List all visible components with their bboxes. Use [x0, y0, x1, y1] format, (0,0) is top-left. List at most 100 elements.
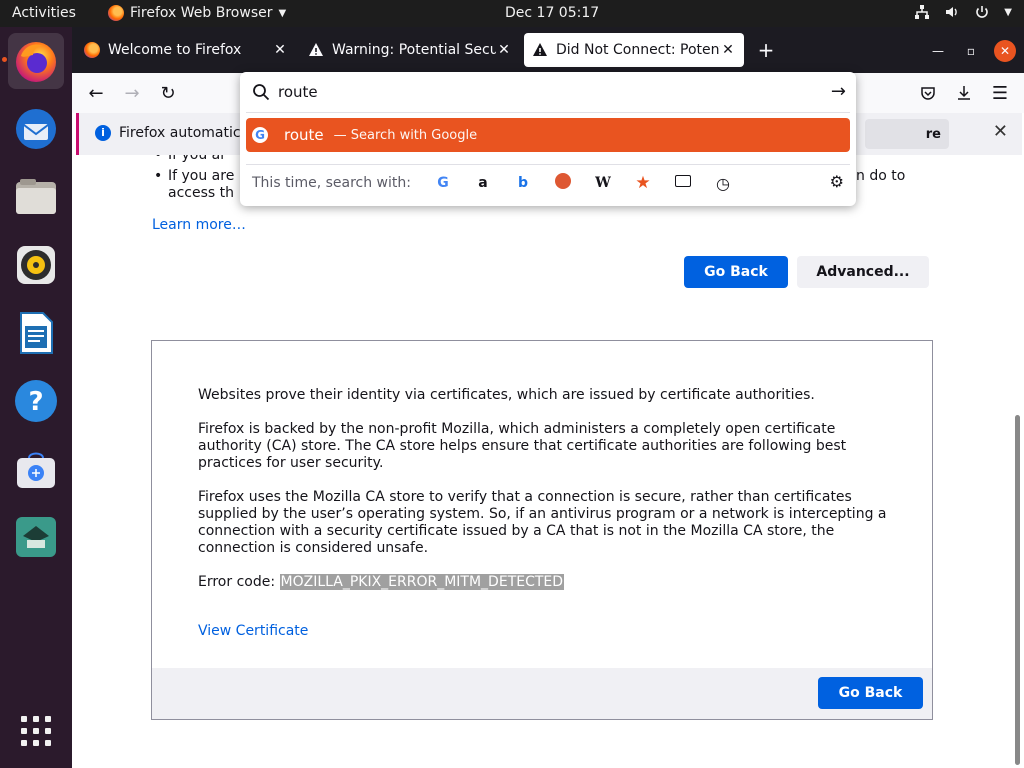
maximize-button[interactable]: ▫: [960, 40, 982, 62]
close-window-button[interactable]: ✕: [994, 40, 1016, 62]
tab-label: Welcome to Firefox: [108, 42, 242, 58]
tab-welcome[interactable]: Welcome to Firefox ✕: [76, 33, 296, 67]
activities-button[interactable]: Activities: [12, 5, 76, 21]
power-icon: [976, 6, 989, 18]
error-code-label: Error code:: [198, 574, 280, 590]
suggestion-hint: — Search with Google: [333, 127, 478, 143]
bullet-text: If you ar: [168, 155, 227, 163]
cert-paragraph-2: Firefox is backed by the non-profit Mozi…: [198, 421, 847, 471]
forward-button[interactable]: →: [118, 79, 146, 107]
advanced-panel-footer: Go Back: [152, 668, 932, 719]
cert-paragraph-1: Websites prove their identity via certif…: [198, 387, 815, 403]
firefox-icon: [16, 42, 56, 82]
pocket-icon: [921, 87, 935, 100]
dock-libreoffice-writer[interactable]: [8, 305, 64, 361]
software-store-icon: [17, 452, 55, 488]
notification-button[interactable]: re: [865, 119, 949, 149]
error-code-line: Error code: MOZILLA_PKIX_ERROR_MITM_DETE…: [198, 574, 898, 591]
dock-app[interactable]: [8, 509, 64, 565]
chevron-down-icon: ▼: [1004, 6, 1012, 18]
help-icon: ?: [15, 380, 57, 422]
bullet-text-line2: access th: [168, 185, 234, 201]
cert-paragraph-3: Firefox uses the Mozilla CA store to ver…: [198, 489, 887, 556]
clock[interactable]: Dec 17 05:17: [505, 5, 599, 21]
url-bar-popup: → G route — Search with Google This time…: [240, 72, 856, 206]
dock-help[interactable]: ?: [8, 373, 64, 429]
advanced-panel: Websites prove their identity via certif…: [151, 340, 933, 720]
gear-icon[interactable]: ⚙: [830, 172, 844, 191]
downloads-button[interactable]: [950, 79, 978, 107]
url-bar[interactable]: →: [240, 72, 856, 112]
app-icon: [16, 517, 56, 557]
maximize-icon: ▫: [966, 44, 976, 58]
tab-warning[interactable]: Warning: Potential Securi ✕: [300, 33, 520, 67]
dock-files[interactable]: [8, 169, 64, 225]
chevron-down-icon: ▼: [278, 7, 287, 19]
info-icon: i: [95, 125, 111, 141]
arrow-right-icon: →: [124, 82, 140, 104]
show-applications-button[interactable]: [8, 703, 64, 759]
app-menu[interactable]: Firefox Web Browser ▼: [108, 5, 286, 21]
writer-icon: [20, 312, 53, 354]
close-icon[interactable]: ✕: [993, 121, 1008, 142]
history-clock-icon[interactable]: ◷: [703, 174, 743, 193]
duckduckgo-icon[interactable]: [543, 173, 583, 193]
warning-icon: [533, 43, 547, 56]
network-icon: [915, 5, 930, 19]
volume-icon: [946, 7, 958, 17]
rhythmbox-icon: [17, 246, 55, 284]
search-suggestion-row[interactable]: G route — Search with Google: [246, 118, 850, 152]
dock-software[interactable]: [8, 441, 64, 497]
go-arrow-icon[interactable]: →: [831, 81, 846, 102]
amazon-icon[interactable]: a: [463, 175, 503, 191]
go-back-button[interactable]: Go Back: [684, 256, 788, 288]
minimize-button[interactable]: —: [927, 40, 949, 62]
divider: [246, 164, 850, 165]
close-icon: ✕: [999, 44, 1011, 58]
go-back-button-bottom[interactable]: Go Back: [818, 677, 923, 709]
firefox-icon: [84, 42, 100, 58]
close-icon[interactable]: ✕: [272, 42, 288, 58]
bookmarks-star-icon[interactable]: ★: [623, 173, 663, 193]
dock-firefox[interactable]: [2, 33, 64, 89]
app-menu-label: Firefox Web Browser: [130, 5, 273, 21]
tab-label: Warning: Potential Securi: [332, 42, 496, 58]
tab-bar: Welcome to Firefox ✕ Warning: Potential …: [72, 27, 1024, 73]
tab-label: Did Not Connect: Potenti: [556, 42, 720, 58]
back-button[interactable]: ←: [82, 79, 110, 107]
notification-text: Firefox automatica: [119, 125, 250, 141]
page-content: If you ar If you are n do to access th L…: [72, 155, 1024, 768]
menu-button[interactable]: ☰: [986, 79, 1014, 107]
bullet-text-right: n do to: [856, 168, 906, 184]
system-menu[interactable]: ▼: [914, 4, 1012, 20]
divider: [246, 112, 850, 113]
close-icon[interactable]: ✕: [496, 42, 512, 58]
pocket-button[interactable]: [914, 79, 942, 107]
bing-icon[interactable]: b: [503, 175, 543, 191]
dock-thunderbird[interactable]: [8, 101, 64, 157]
one-off-search-bar: This time, search with: G a b W ★ ◷ ⚙: [252, 172, 844, 194]
reload-icon: ↻: [160, 82, 176, 104]
google-icon[interactable]: G: [423, 175, 463, 191]
advanced-button[interactable]: Advanced...: [797, 256, 929, 288]
arrow-left-icon: ←: [88, 82, 104, 104]
tabs-icon[interactable]: [663, 175, 703, 191]
view-certificate-link[interactable]: View Certificate: [198, 623, 308, 639]
error-code-value[interactable]: MOZILLA_PKIX_ERROR_MITM_DETECTED: [279, 574, 565, 590]
new-tab-button[interactable]: +: [752, 33, 780, 67]
firefox-icon: [108, 5, 124, 21]
learn-more-link[interactable]: Learn more…: [152, 217, 246, 233]
plus-icon: +: [757, 38, 775, 62]
hamburger-icon: ☰: [991, 82, 1009, 104]
reload-button[interactable]: ↻: [154, 79, 182, 107]
wikipedia-icon[interactable]: W: [583, 175, 623, 191]
dock-rhythmbox[interactable]: [8, 237, 64, 293]
warning-icon: [309, 43, 323, 56]
tab-did-not-connect[interactable]: Did Not Connect: Potenti ✕: [524, 33, 744, 67]
url-input[interactable]: [278, 83, 798, 101]
bullet-text: If you are: [168, 168, 235, 184]
suggestion-query: route: [284, 126, 324, 144]
thunderbird-icon: [16, 109, 56, 149]
close-icon[interactable]: ✕: [720, 42, 736, 58]
scrollbar[interactable]: [1015, 415, 1020, 765]
